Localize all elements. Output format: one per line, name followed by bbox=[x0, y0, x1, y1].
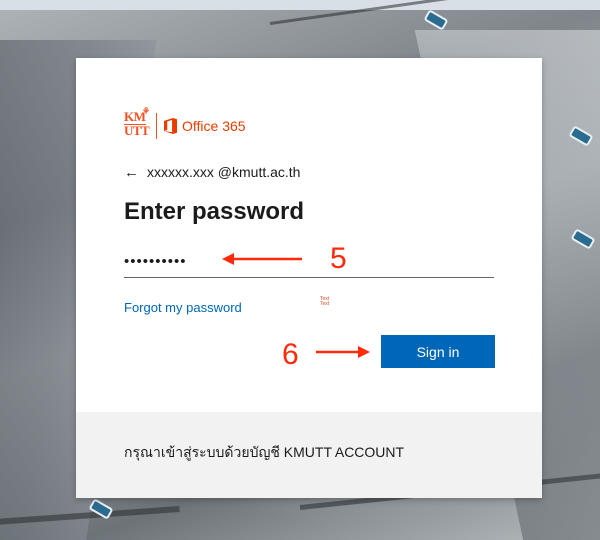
annotation-step-5: 5 bbox=[330, 242, 347, 275]
office-365-label: Office 365 bbox=[182, 118, 246, 134]
brand-logo-row: KM UTT ⚘ Office 365 bbox=[124, 106, 246, 144]
arrow-left-icon[interactable]: ← bbox=[124, 164, 139, 181]
office-icon bbox=[164, 118, 177, 134]
login-card-body: KM UTT ⚘ Office 365 ← xxxxxx.xxx @kmutt.… bbox=[76, 58, 542, 412]
annotation-step-6: 6 bbox=[282, 338, 299, 371]
login-card-footer: กรุณาเข้าสู่ระบบด้วยบัญชี KMUTT ACCOUNT bbox=[76, 412, 542, 498]
kmutt-logo-tree-icon: ⚘ bbox=[142, 106, 151, 116]
background-light bbox=[423, 9, 449, 31]
background-strip bbox=[0, 0, 600, 10]
page-title: Enter password bbox=[124, 198, 305, 225]
forgot-password-link[interactable]: Forgot my password bbox=[124, 300, 242, 315]
kmutt-logo-bottom-text: UTT bbox=[124, 123, 150, 138]
password-input[interactable] bbox=[124, 246, 494, 278]
footer-notice: กรุณาเข้าสู่ระบบด้วยบัญชี KMUTT ACCOUNT bbox=[124, 444, 405, 460]
account-back-row[interactable]: ← xxxxxx.xxx @kmutt.ac.th bbox=[124, 162, 300, 182]
login-card: KM UTT ⚘ Office 365 ← xxxxxx.xxx @kmutt.… bbox=[76, 58, 542, 498]
annotation-arrow-right-icon bbox=[316, 346, 370, 358]
tiny-text-mark: Text Text bbox=[320, 296, 330, 307]
account-identifier: xxxxxx.xxx @kmutt.ac.th bbox=[147, 164, 301, 180]
logo-divider bbox=[156, 113, 157, 139]
sign-in-button[interactable]: Sign in bbox=[381, 335, 495, 368]
kmutt-logo-icon: KM UTT ⚘ bbox=[124, 106, 154, 143]
annotation-arrow-left-icon bbox=[222, 253, 302, 265]
